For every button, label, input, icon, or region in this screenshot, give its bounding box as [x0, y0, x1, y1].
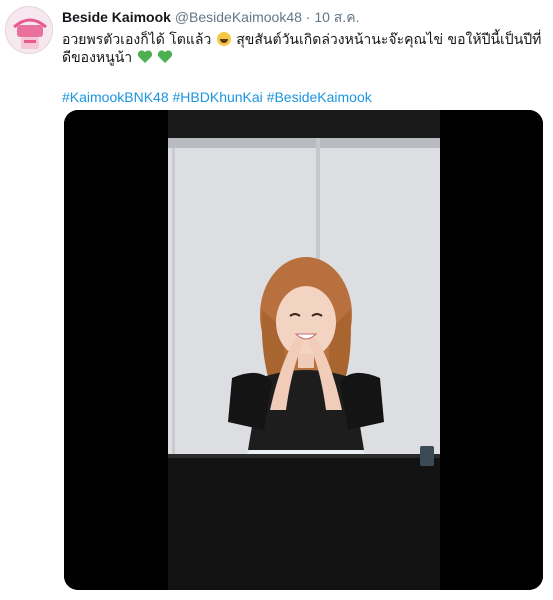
user-handle[interactable]: @BesideKaimook48	[175, 9, 302, 25]
video-frame	[64, 110, 543, 590]
hashtag-link[interactable]: #HBDKhunKai	[173, 89, 263, 105]
hashtag-list: #KaimookBNK48 #HBDKhunKai #BesideKaimook	[62, 88, 546, 106]
tweet-header: Beside Kaimook @BesideKaimook48 · 10 ส.ค…	[62, 8, 546, 26]
green-heart-icon	[157, 50, 173, 69]
hashtag-link[interactable]: #BesideKaimook	[267, 89, 372, 105]
tweet-body: Beside Kaimook @BesideKaimook48 · 10 ส.ค…	[62, 8, 546, 106]
hashtag-link[interactable]: #KaimookBNK48	[62, 89, 169, 105]
green-heart-icon	[137, 50, 153, 69]
separator-dot: ·	[305, 9, 311, 25]
tweet-date[interactable]: 10 ส.ค.	[314, 9, 359, 25]
avatar[interactable]	[5, 6, 53, 54]
grinning-squinting-face-icon	[216, 32, 231, 46]
avatar-logo-icon	[6, 7, 52, 53]
tweet-card: Beside Kaimook @BesideKaimook48 · 10 ส.ค…	[0, 0, 553, 600]
tweet-text: อวยพรตัวเองก็ได้ โตแล้ว สุขสันต์วันเกิดล…	[62, 31, 542, 69]
video-player[interactable]	[64, 110, 543, 590]
tweet-text-part1: อวยพรตัวเองก็ได้ โตแล้ว	[62, 32, 212, 48]
display-name[interactable]: Beside Kaimook	[62, 9, 171, 25]
